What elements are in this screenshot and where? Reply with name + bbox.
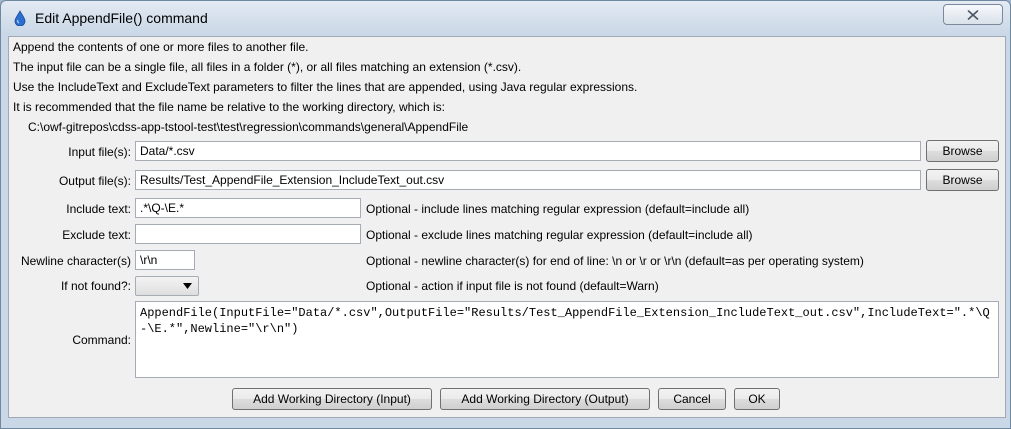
add-working-directory-output-button[interactable]: Add Working Directory (Output)	[440, 388, 650, 410]
exclude-text-note: Optional - exclude lines matching regula…	[366, 228, 753, 242]
description-line-3: Use the IncludeText and ExcludeText para…	[13, 80, 638, 94]
input-file-label: Input file(s):	[68, 145, 131, 159]
command-label: Command:	[72, 333, 131, 347]
if-not-found-label: If not found?:	[60, 279, 131, 293]
if-not-found-select[interactable]	[135, 276, 199, 296]
description-line-2: The input file can be a single file, all…	[13, 60, 522, 74]
add-working-directory-input-button[interactable]: Add Working Directory (Input)	[232, 388, 432, 410]
input-browse-button[interactable]: Browse	[926, 140, 999, 162]
exclude-text-label: Exclude text:	[62, 228, 131, 242]
include-text-field[interactable]: .*\Q-\E.*	[135, 198, 361, 218]
output-file-field[interactable]: Results/Test_AppendFile_Extension_Includ…	[135, 170, 921, 190]
close-icon	[967, 9, 979, 20]
water-drop-icon	[14, 10, 26, 26]
include-text-label: Include text:	[66, 202, 131, 216]
output-file-label: Output file(s):	[58, 174, 131, 188]
dialog-window: Edit AppendFile() command Append the con…	[0, 0, 1011, 429]
output-browse-button[interactable]: Browse	[926, 169, 999, 191]
ok-button[interactable]: OK	[734, 388, 780, 410]
cancel-button[interactable]: Cancel	[658, 388, 726, 410]
newline-label: Newline character(s)	[20, 254, 131, 268]
include-text-note: Optional - include lines matching regula…	[366, 202, 750, 216]
newline-note: Optional - newline character(s) for end …	[366, 254, 864, 268]
description-line-1: Append the contents of one or more files…	[13, 40, 309, 54]
working-directory: C:\owf-gitrepos\cdss-app-tstool-test\tes…	[28, 120, 469, 134]
title-bar[interactable]: Edit AppendFile() command	[1, 1, 1010, 35]
close-button[interactable]	[943, 4, 1003, 25]
window-title: Edit AppendFile() command	[35, 10, 208, 26]
if-not-found-note: Optional - action if input file is not f…	[366, 279, 659, 293]
newline-field[interactable]: \r\n	[135, 250, 195, 270]
exclude-text-field[interactable]	[135, 224, 361, 244]
description-line-4: It is recommended that the file name be …	[13, 100, 445, 114]
command-textarea[interactable]: AppendFile(InputFile="Data/*.csv",Output…	[135, 301, 999, 378]
dialog-panel: Append the contents of one or more files…	[8, 36, 1006, 418]
chevron-down-icon	[183, 283, 192, 289]
input-file-field[interactable]: Data/*.csv	[135, 141, 921, 161]
